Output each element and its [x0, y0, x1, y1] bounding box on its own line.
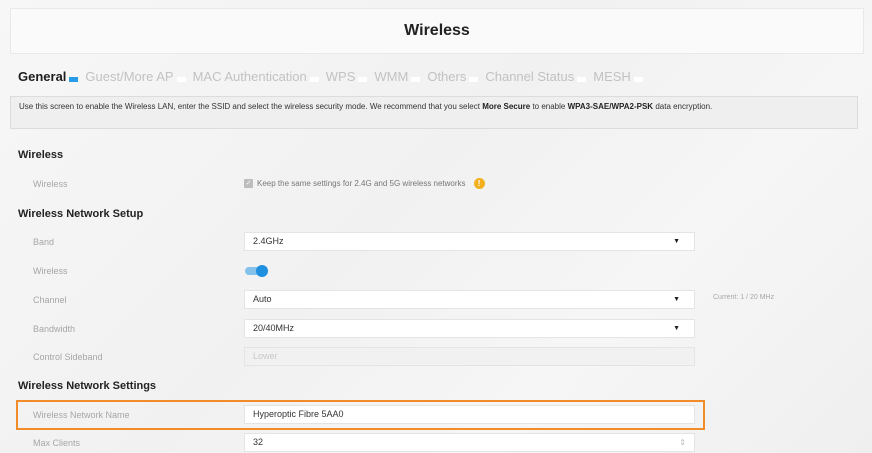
- same-settings-checkbox[interactable]: ✓: [244, 179, 253, 188]
- tab-indicator: [309, 76, 319, 82]
- tab-indicator: [633, 76, 643, 82]
- tab-wps-label: WPS: [325, 68, 356, 84]
- same-settings-row: ✓ Keep the same settings for 2.4G and 5G…: [244, 178, 485, 189]
- tab-wmm[interactable]: WMM: [374, 68, 421, 84]
- tab-general[interactable]: General: [18, 68, 79, 84]
- wireless-label: Wireless: [33, 179, 68, 189]
- max-clients-value: 32: [253, 437, 264, 447]
- tab-general-label: General: [18, 68, 67, 84]
- bandwidth-label: Bandwidth: [33, 324, 76, 334]
- tab-others-label: Others: [427, 68, 467, 84]
- info-icon[interactable]: !: [473, 178, 485, 189]
- wireless-toggle[interactable]: [245, 265, 269, 277]
- toggle-knob: [256, 265, 268, 277]
- tab-mac-authentication[interactable]: MAC Authentication: [193, 69, 319, 84]
- bandwidth-select[interactable]: 20/40MHz ▼: [244, 319, 695, 338]
- tab-others[interactable]: Others: [427, 68, 479, 84]
- tab-channel-status-label: Channel Status: [485, 68, 575, 84]
- ssid-value: Hyperoptic Fibre 5AA0: [253, 409, 344, 419]
- control-sideband-label: Control Sideband: [33, 352, 103, 362]
- chevron-down-icon: ▼: [673, 238, 680, 245]
- intro-text-2: to enable: [530, 102, 568, 111]
- intro-bold-more-secure: More Secure: [482, 102, 531, 111]
- chevron-down-icon: ▼: [673, 325, 680, 332]
- tab-guest-more-ap-label: Guest/More AP: [85, 68, 174, 84]
- intro-text-3: data encryption.: [653, 102, 713, 111]
- band-label: Band: [33, 237, 55, 247]
- tab-indicator: [469, 76, 479, 82]
- tab-mesh[interactable]: MESH: [593, 69, 643, 84]
- section-heading-settings: Wireless Network Settings: [18, 380, 157, 392]
- tab-indicator: [577, 76, 587, 82]
- section-heading-setup: Wireless Network Setup: [18, 208, 144, 220]
- wireless-toggle-label: Wireless: [33, 266, 68, 276]
- channel-label: Channel: [33, 295, 67, 305]
- page-title: Wireless: [10, 8, 864, 54]
- tab-indicator: [69, 76, 79, 82]
- tab-wmm-label: WMM: [374, 68, 409, 84]
- band-value: 2.4GHz: [253, 236, 284, 246]
- tab-mac-authentication-label: MAC Authentication: [192, 68, 307, 84]
- tab-channel-status[interactable]: Channel Status: [485, 68, 587, 84]
- band-select[interactable]: 2.4GHz ▼: [244, 232, 695, 251]
- channel-value: Auto: [253, 294, 272, 304]
- channel-current-status: Current: 1 / 20 MHz: [713, 294, 775, 301]
- control-sideband-select: Lower: [244, 347, 695, 366]
- ssid-label: Wireless Network Name: [33, 410, 130, 420]
- intro-text-1: Use this screen to enable the Wireless L…: [19, 102, 483, 111]
- channel-select[interactable]: Auto ▼: [244, 290, 695, 309]
- stepper-icon[interactable]: ⇕: [679, 434, 686, 451]
- tab-indicator: [176, 76, 186, 82]
- same-settings-label: Keep the same settings for 2.4G and 5G w…: [257, 179, 466, 188]
- intro-description: Use this screen to enable the Wireless L…: [10, 96, 858, 129]
- ssid-input[interactable]: Hyperoptic Fibre 5AA0: [244, 405, 695, 424]
- tab-indicator: [411, 76, 421, 82]
- control-sideband-value: Lower: [253, 351, 278, 361]
- chevron-down-icon: ▼: [673, 296, 680, 303]
- tab-guest-more-ap[interactable]: Guest/More AP: [85, 68, 186, 84]
- tab-indicator: [358, 76, 368, 82]
- bandwidth-value: 20/40MHz: [253, 323, 295, 333]
- max-clients-stepper[interactable]: 32 ⇕: [244, 433, 695, 452]
- max-clients-label: Max Clients: [33, 438, 81, 448]
- intro-bold-wpa3: WPA3-SAE/WPA2-PSK: [567, 102, 654, 111]
- tab-bar: General Guest/More AP MAC Authentication…: [18, 67, 650, 85]
- tab-wps[interactable]: WPS: [326, 69, 368, 84]
- section-heading-wireless: Wireless: [18, 149, 64, 161]
- tab-mesh-label: MESH: [593, 68, 631, 84]
